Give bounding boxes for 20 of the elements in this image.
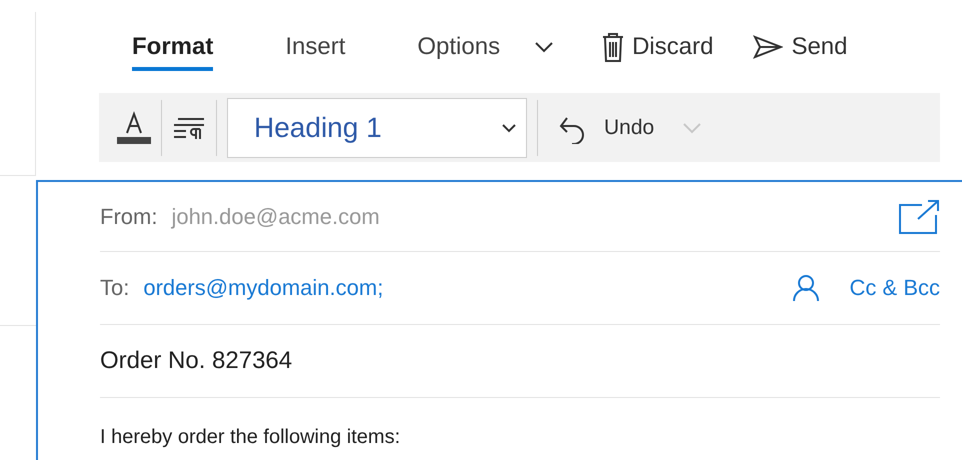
person-icon[interactable] <box>792 274 820 302</box>
style-dropdown[interactable]: Heading 1 <box>227 98 527 158</box>
chevron-down-icon[interactable] <box>534 40 554 52</box>
discard-button[interactable]: Discard <box>602 32 714 62</box>
trash-icon <box>602 32 624 62</box>
undo-button[interactable]: Undo <box>546 112 654 144</box>
to-label: To: <box>100 275 130 301</box>
from-label: From: <box>100 204 158 230</box>
subject-text[interactable]: Order No. 827364 <box>100 347 292 375</box>
recipient-address[interactable]: orders@mydomain.com; <box>143 275 384 301</box>
message-body-text[interactable]: I hereby order the following items: <box>100 398 940 449</box>
send-button[interactable]: Send <box>753 32 848 60</box>
from-address: john.doe@acme.com <box>171 204 380 230</box>
send-icon <box>753 34 784 58</box>
tab[interactable]: Options <box>417 32 500 70</box>
pop-out-icon[interactable] <box>898 198 940 234</box>
chevron-down-icon <box>500 122 518 134</box>
cc-bcc-link[interactable]: Cc & Bcc <box>850 275 940 301</box>
tab[interactable]: Format <box>132 32 214 70</box>
tab[interactable]: Insert <box>285 32 346 70</box>
